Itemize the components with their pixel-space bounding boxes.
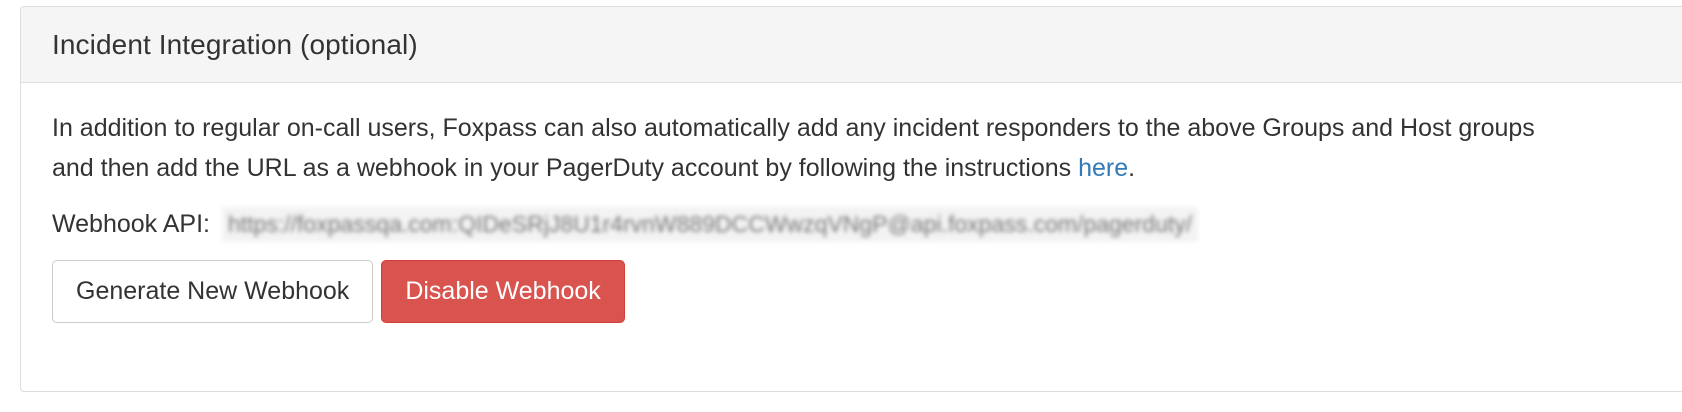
webhook-row: Webhook API: https://foxpassqa.com:QIDeS… xyxy=(52,202,1682,246)
incident-integration-panel: Incident Integration (optional) In addit… xyxy=(20,6,1682,392)
description-line-1: In addition to regular on-call users, Fo… xyxy=(52,114,1535,142)
description-line-2-text: and then add the URL as a webhook in you… xyxy=(52,154,1079,182)
description-line-2-suffix: . xyxy=(1128,154,1136,182)
instructions-link[interactable]: here xyxy=(1078,154,1128,182)
webhook-api-label: Webhook API: xyxy=(52,209,210,238)
panel-title: Incident Integration (optional) xyxy=(52,28,418,60)
panel-heading: Incident Integration (optional) xyxy=(21,7,1682,83)
button-row: Generate New Webhook Disable Webhook xyxy=(52,260,1682,323)
webhook-url-value[interactable]: https://foxpassqa.com:QIDeSRjJ8U1r4rvnW8… xyxy=(221,206,1199,242)
panel-body: In addition to regular on-call users, Fo… xyxy=(21,83,1682,323)
description-line-2: and then add the URL as a webhook in you… xyxy=(52,148,1682,188)
disable-webhook-button[interactable]: Disable Webhook xyxy=(381,260,625,323)
generate-new-webhook-button[interactable]: Generate New Webhook xyxy=(52,260,374,323)
